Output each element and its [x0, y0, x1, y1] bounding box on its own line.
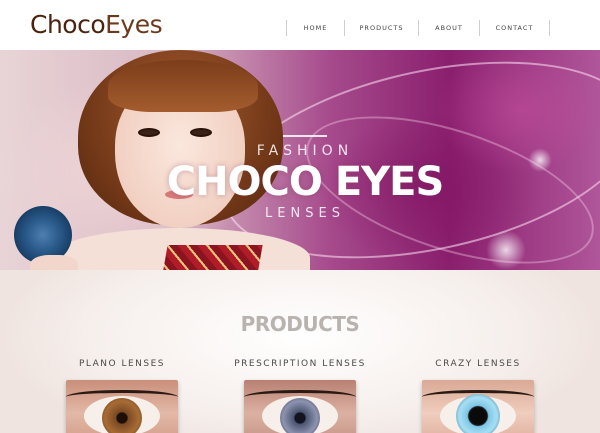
product-thumbnail-crazy[interactable] [422, 380, 534, 433]
nav-products[interactable]: PRODUCTS [344, 20, 418, 36]
nav-contact[interactable]: CONTACT [479, 20, 550, 36]
product-label[interactable]: PRESCRIPTION LENSES [220, 358, 380, 370]
product-card-crazy[interactable]: CRAZY LENSES [398, 358, 558, 433]
nav-home[interactable]: HOME [286, 20, 344, 36]
hero-light-flare [528, 148, 552, 172]
hero-banner: FASHION CHOCO EYES LENSES [0, 50, 600, 270]
logo-text-eyes: Eyes [105, 10, 163, 39]
hero-title: CHOCO EYES [166, 159, 445, 205]
logo-text-choco: Choco [30, 10, 106, 39]
eyelash [244, 390, 356, 404]
products-section: PRODUCTS PLANO LENSES PRESCRIPTION LENSE… [0, 270, 600, 433]
product-thumbnail-plano[interactable] [66, 380, 178, 433]
product-card-prescription[interactable]: PRESCRIPTION LENSES [220, 358, 380, 433]
main-nav: HOME PRODUCTS ABOUT CONTACT [286, 20, 550, 36]
eyelash [422, 390, 534, 404]
nav-about[interactable]: ABOUT [418, 20, 479, 36]
model-dress [162, 245, 263, 270]
model-bangs [108, 60, 258, 112]
hero-tagline-top: FASHION [256, 143, 354, 159]
model-hand [30, 255, 78, 270]
hero-tagline-bottom: LENSES [265, 206, 345, 221]
logo[interactable]: ChocoEyes [30, 8, 163, 42]
hero-light-flare [486, 230, 526, 270]
product-card-plano[interactable]: PLANO LENSES [42, 358, 202, 433]
hero-text: FASHION CHOCO EYES LENSES [150, 135, 460, 223]
products-heading: PRODUCTS [240, 312, 360, 336]
hero-divider [283, 135, 327, 137]
site-header: ChocoEyes HOME PRODUCTS ABOUT CONTACT [0, 0, 600, 50]
product-label[interactable]: PLANO LENSES [42, 358, 202, 370]
eyelash [66, 390, 178, 404]
product-thumbnail-prescription[interactable] [244, 380, 356, 433]
product-label[interactable]: CRAZY LENSES [398, 358, 558, 370]
